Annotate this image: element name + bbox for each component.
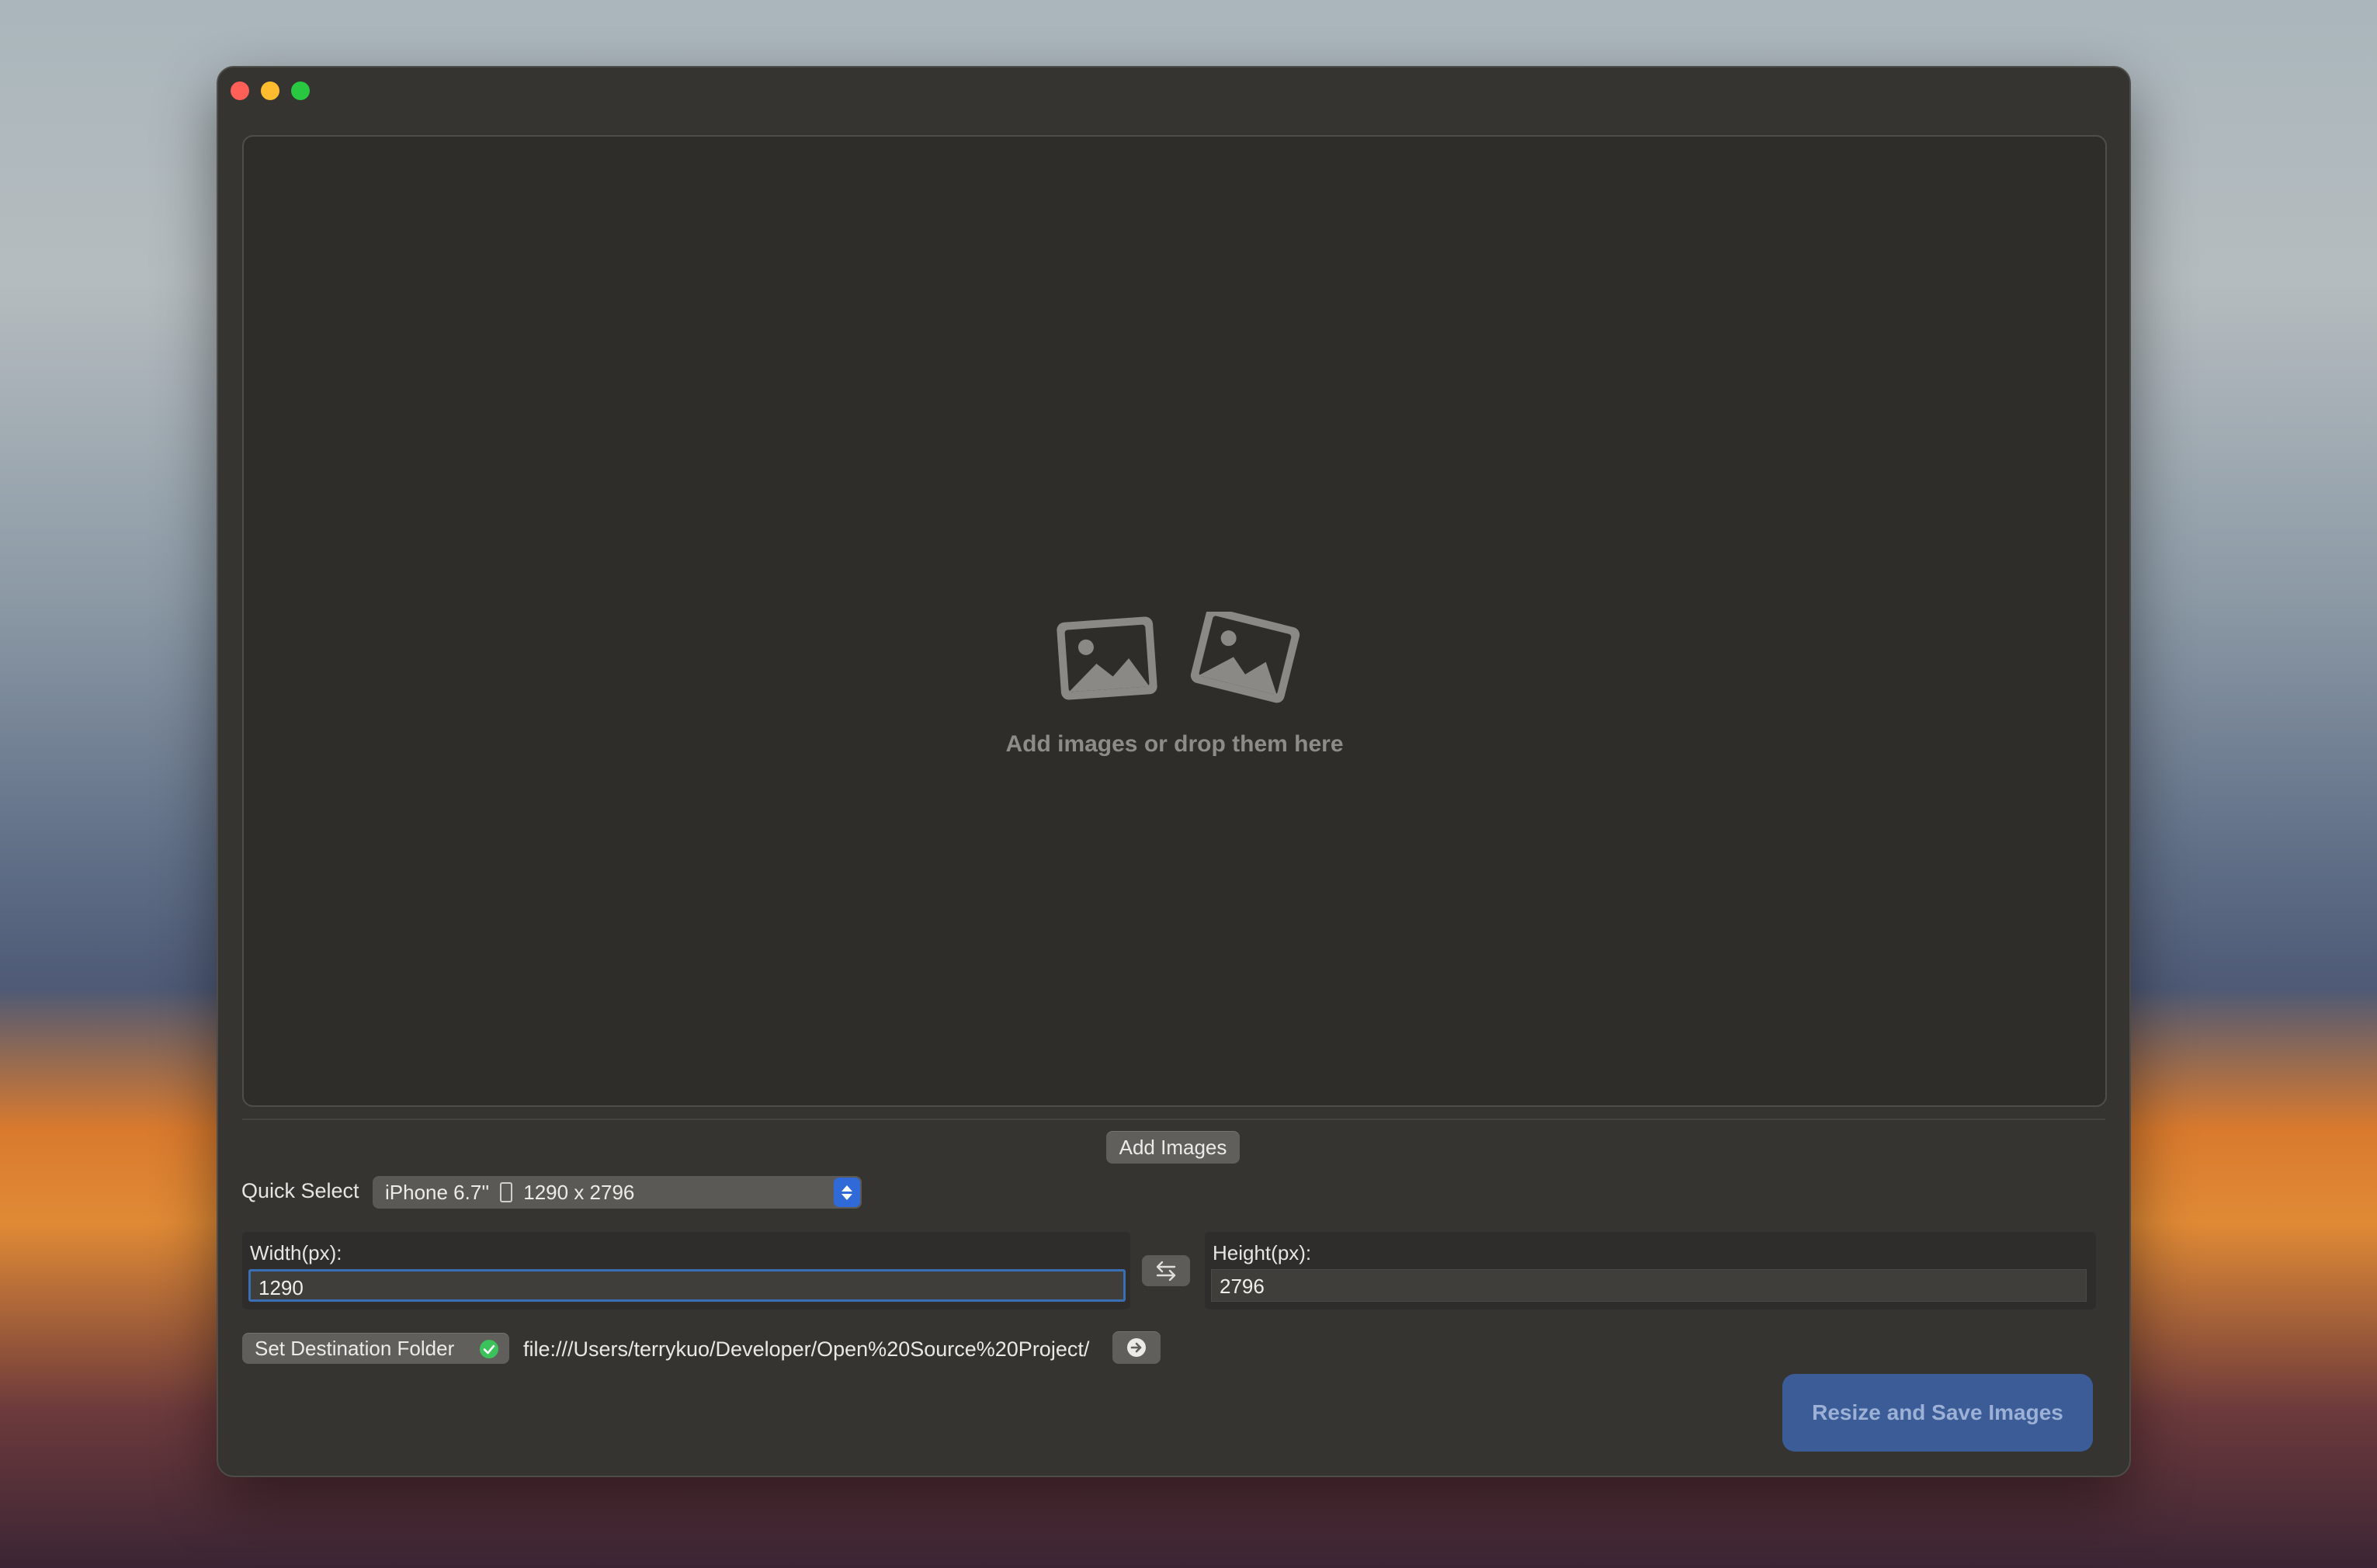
image-drop-zone[interactable]: Add images or drop them here xyxy=(242,135,2107,1107)
zoom-window-button[interactable] xyxy=(291,82,310,100)
divider xyxy=(242,1119,2105,1120)
add-images-button[interactable]: Add Images xyxy=(1106,1131,1240,1164)
height-field-group: Height(px): 2796 xyxy=(1205,1232,2096,1310)
set-destination-label: Set Destination Folder xyxy=(255,1336,455,1360)
selected-size-label: 1290 x 2796 xyxy=(523,1180,635,1204)
open-destination-button[interactable] xyxy=(1112,1331,1161,1364)
set-destination-folder-button[interactable]: Set Destination Folder xyxy=(242,1333,509,1364)
selected-device-label: iPhone 6.7'' xyxy=(385,1180,490,1204)
destination-path: file:///Users/terrykuo/Developer/Open%20… xyxy=(523,1337,1090,1361)
width-input[interactable]: 1290 xyxy=(248,1269,1126,1302)
width-label: Width(px): xyxy=(250,1241,342,1264)
app-window: Add images or drop them here Add Images … xyxy=(217,66,2131,1477)
resize-and-save-button[interactable]: Resize and Save Images xyxy=(1782,1374,2093,1452)
chevron-up-down-icon xyxy=(834,1178,860,1207)
close-window-button[interactable] xyxy=(231,82,249,100)
height-label: Height(px): xyxy=(1213,1241,1312,1264)
minimize-window-button[interactable] xyxy=(261,82,279,100)
drop-zone-message: Add images or drop them here xyxy=(1005,731,1344,757)
phone-icon xyxy=(500,1182,513,1202)
swap-arrows-icon xyxy=(1156,1261,1176,1281)
checkmark-circle-icon xyxy=(480,1340,498,1358)
swap-dimensions-button[interactable] xyxy=(1142,1255,1190,1286)
height-input[interactable]: 2796 xyxy=(1211,1269,2087,1302)
arrow-right-circle-icon xyxy=(1127,1338,1146,1357)
quick-select-dropdown[interactable]: iPhone 6.7'' 1290 x 2796 xyxy=(373,1176,862,1209)
quick-select-label: Quick Select xyxy=(241,1179,359,1202)
photo-stack-icon xyxy=(1057,612,1300,703)
width-field-group: Width(px): 1290 xyxy=(242,1232,1130,1310)
